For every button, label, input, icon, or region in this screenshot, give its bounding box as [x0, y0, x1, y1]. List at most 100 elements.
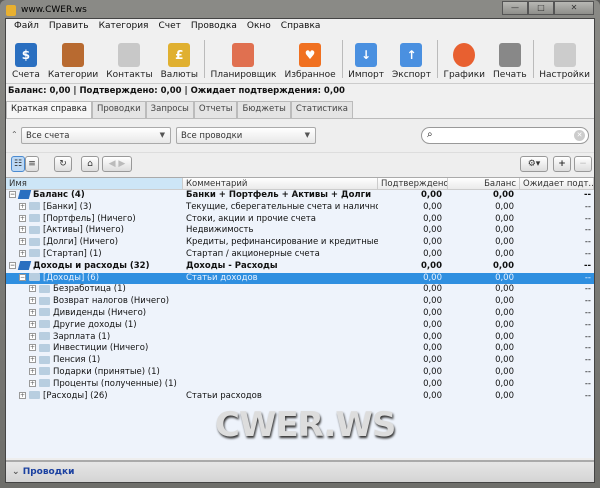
expand-toggle-icon[interactable]: − — [9, 191, 16, 198]
add-button[interactable]: + — [553, 156, 571, 172]
transactions-select[interactable]: Все проводки ▼ — [176, 127, 316, 144]
expand-toggle-icon[interactable]: + — [29, 367, 36, 375]
expand-toggle-icon[interactable]: + — [29, 344, 36, 352]
column-header-comment[interactable]: Комментарий — [183, 178, 378, 189]
toolbar-button-10[interactable]: Настройки — [535, 43, 594, 83]
toolbar-button-5[interactable]: ♥ Избранное — [281, 43, 340, 83]
gear-menu-button[interactable]: ⚙▾ — [520, 156, 548, 172]
row-comment — [183, 355, 378, 367]
table-row[interactable]: + Пенсия (1) 0,00 0,00 -- — [6, 355, 594, 367]
tab-2[interactable]: Запросы — [145, 101, 194, 118]
table-row[interactable]: + Возврат налогов (Ничего) 0,00 0,00 -- — [6, 296, 594, 308]
toolbar-button-0[interactable]: $ Счета — [8, 43, 44, 83]
remove-button[interactable]: − — [574, 156, 592, 172]
row-name: [Активы] (Ничего) — [43, 225, 124, 236]
toolbar-button-2[interactable]: Контакты — [102, 43, 156, 83]
expand-toggle-icon[interactable]: + — [29, 297, 36, 305]
column-header-balance[interactable]: Баланс — [448, 178, 520, 189]
row-name-cell: − Доходы и расходы (32) — [6, 260, 183, 273]
menu-item-2[interactable]: Категория — [94, 21, 154, 31]
menu-item-5[interactable]: Окно — [242, 21, 276, 31]
accounts-select[interactable]: Все счета ▼ — [21, 127, 171, 144]
table-row[interactable]: + [Портфель] (Ничего) Стоки, акции и прочи… — [6, 214, 594, 226]
table-row[interactable]: − Баланс (4) Банки + Портфель + Активы + Д… — [6, 190, 594, 202]
table-row[interactable]: + [Активы] (Ничего) Недвижимость 0,00 0,00 -- — [6, 225, 594, 237]
expand-toggle-icon[interactable]: + — [29, 308, 36, 316]
toolbar-button-7[interactable]: ↑ Экспорт — [388, 43, 435, 83]
table-row[interactable]: + [Долги] (Ничего) Кредиты, рефинансирован… — [6, 237, 594, 249]
toolbar-button-8[interactable]: Графики — [439, 43, 489, 83]
back-forward-buttons[interactable]: ◀ ▶ — [102, 156, 132, 172]
expand-toggle-icon[interactable]: + — [19, 391, 26, 399]
table-row[interactable]: − Доходы и расходы (32) Доходы - Расходы 0,… — [6, 260, 594, 273]
home-button[interactable]: ⌂ — [81, 156, 99, 172]
table-row[interactable]: + Инвестиции (Ничего) 0,00 0,00 -- — [6, 343, 594, 355]
expand-toggle-icon[interactable]: − — [19, 273, 26, 281]
row-name: Инвестиции (Ничего) — [53, 343, 149, 354]
menu-item-1[interactable]: Править — [44, 21, 94, 31]
tab-4[interactable]: Бюджеты — [237, 101, 291, 118]
expand-toggle-icon[interactable]: + — [19, 214, 26, 222]
column-header-name[interactable]: Имя — [6, 178, 183, 189]
expand-toggle-icon[interactable]: + — [29, 332, 36, 340]
collapse-filter-icon[interactable]: ⌃ — [11, 130, 18, 139]
list-view-button[interactable]: ≡ — [25, 156, 39, 172]
search-input[interactable]: ⌕ ✕ — [421, 127, 589, 144]
toolbar-button-9[interactable]: Печать — [489, 43, 531, 83]
window-title: www.CWER.ws — [21, 5, 87, 15]
table-row[interactable]: + Подарки (принятые) (1) 0,00 0,00 -- — [6, 367, 594, 379]
menu-item-6[interactable]: Справка — [276, 21, 326, 31]
table-row[interactable]: + Другие доходы (1) 0,00 0,00 -- — [6, 320, 594, 332]
row-pending: -- — [584, 201, 591, 212]
tab-1[interactable]: Проводки — [91, 101, 146, 118]
row-balance: 0,00 — [495, 213, 514, 224]
column-header-pending[interactable]: Ожидает подт... — [520, 178, 594, 189]
toolbar-button-3[interactable]: £ Валюты — [157, 43, 202, 83]
tree-view-button[interactable]: ☷ — [11, 156, 25, 172]
table-row[interactable]: + [Расходы] (26) Статьи расходов 0,00 0,00 -- — [6, 391, 594, 403]
tab-0[interactable]: Краткая справка — [6, 101, 92, 118]
toolbar-button-4[interactable]: Планировщик — [206, 43, 280, 83]
row-pending: -- — [584, 390, 591, 401]
table-row[interactable]: + [Банки] (3) Текущие, сберегательные счет… — [6, 202, 594, 214]
toolbar-label: Графики — [443, 70, 486, 80]
toolbar-button-1[interactable]: Категории — [44, 43, 102, 83]
row-name-cell: − Баланс (4) — [6, 190, 183, 202]
expand-toggle-icon[interactable]: + — [19, 202, 26, 210]
refresh-button[interactable]: ↻ — [54, 156, 72, 172]
toolbar-label: Планировщик — [210, 70, 277, 80]
table-row[interactable]: − [Доходы] (6) Статьи доходов 0,00 0,00 -- — [6, 272, 594, 285]
table-row[interactable]: + [Стартап] (1) Стартап / акционерные счет… — [6, 249, 594, 261]
menu-item-3[interactable]: Счет — [153, 21, 185, 31]
menu-item-0[interactable]: Файл — [9, 21, 44, 31]
row-comment: Кредиты, рефинансирование и кредитные ка… — [186, 237, 378, 248]
expand-toggle-icon[interactable]: + — [29, 356, 36, 364]
row-pending: -- — [584, 284, 591, 295]
menu-item-4[interactable]: Проводка — [186, 21, 242, 31]
close-button[interactable]: ✕ — [554, 1, 594, 15]
toolbar-label: Избранное — [284, 70, 336, 80]
transactions-panel-toggle[interactable]: ⌄ Проводки — [6, 460, 594, 482]
column-header-cleared[interactable]: Подтверждено — [378, 178, 448, 189]
row-name-cell: + [Портфель] (Ничего) — [6, 214, 183, 226]
table-row[interactable]: + Безработица (1) 0,00 0,00 -- — [6, 284, 594, 296]
tab-3[interactable]: Отчеты — [193, 101, 238, 118]
maximize-button[interactable]: □ — [528, 1, 554, 15]
minimize-button[interactable]: — — [502, 1, 528, 15]
expand-toggle-icon[interactable]: + — [29, 285, 36, 293]
toolbar-button-6[interactable]: ↓ Импорт — [344, 43, 388, 83]
expand-toggle-icon[interactable]: + — [19, 226, 26, 234]
expand-toggle-icon[interactable]: − — [9, 261, 16, 269]
expand-toggle-icon[interactable]: + — [29, 379, 36, 387]
table-row[interactable]: + Зарплата (1) 0,00 0,00 -- — [6, 332, 594, 344]
expand-toggle-icon[interactable]: + — [29, 320, 36, 328]
expand-toggle-icon[interactable]: + — [19, 249, 26, 257]
table-row[interactable]: + Дивиденды (Ничего) 0,00 0,00 -- — [6, 308, 594, 320]
row-balance: 0,00 — [495, 355, 514, 366]
tab-5[interactable]: Статистика — [290, 101, 353, 118]
folder-icon — [39, 320, 50, 329]
expand-toggle-icon[interactable]: + — [19, 238, 26, 246]
row-cleared: 0,00 — [423, 225, 442, 236]
table-row[interactable]: + Проценты (полученные) (1) 0,00 0,00 -- — [6, 379, 594, 391]
clear-search-icon[interactable]: ✕ — [574, 130, 585, 141]
